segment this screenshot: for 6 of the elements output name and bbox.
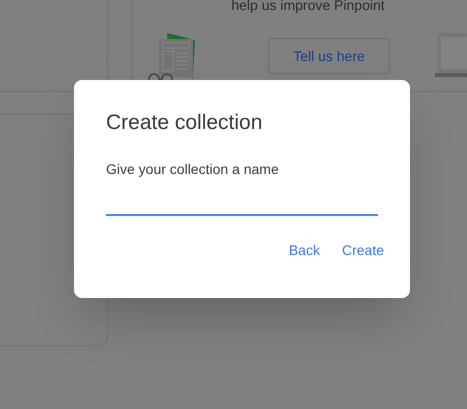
dialog-button[interactable]: Create: [342, 240, 384, 261]
dialog-title: Create collection: [106, 112, 264, 133]
feedback-prompt: help us improve Pinpoint: [231, 0, 385, 12]
tell-us-button[interactable]: Tell us here: [268, 38, 390, 74]
field-label: Give your collection a name: [106, 160, 280, 179]
dialog-button[interactable]: Back: [288, 240, 320, 261]
